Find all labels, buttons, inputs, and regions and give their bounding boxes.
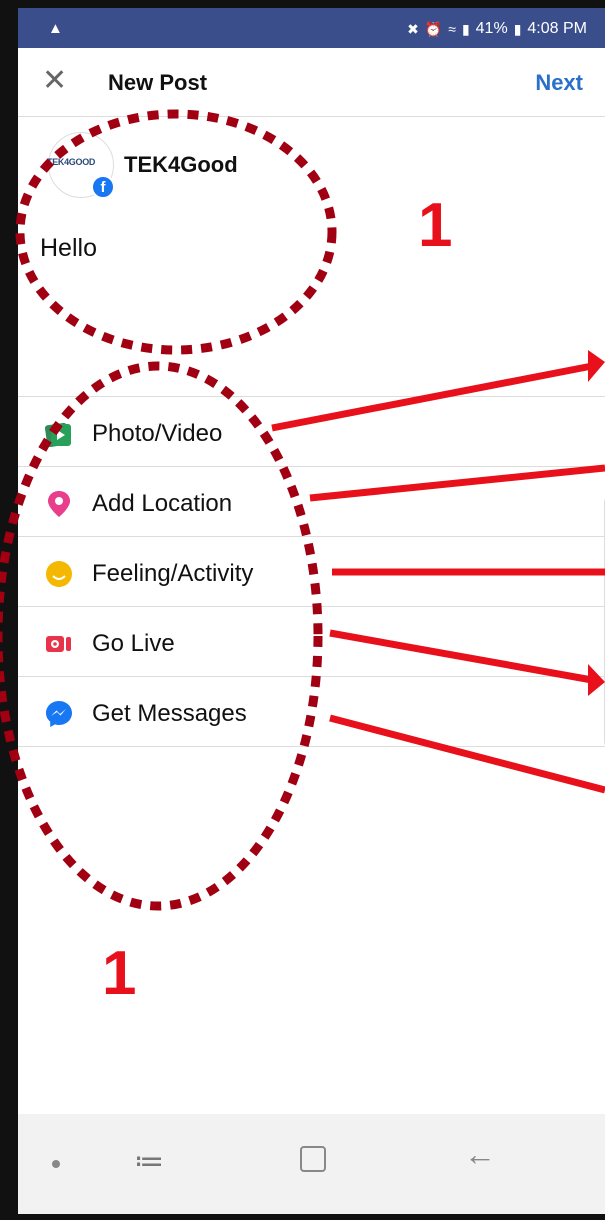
post-header: ✕ New Post Next bbox=[18, 48, 605, 117]
smiley-icon bbox=[46, 561, 72, 587]
avatar-logo: TEK4GOOD bbox=[47, 157, 96, 167]
device-frame-left bbox=[0, 0, 18, 1220]
wifi-icon: ≈ bbox=[448, 21, 456, 37]
notification-icon: ▲ bbox=[48, 20, 63, 37]
next-button[interactable]: Next bbox=[535, 70, 583, 96]
close-icon[interactable]: ✕ bbox=[42, 66, 67, 96]
location-pin-icon bbox=[48, 491, 70, 517]
photo-video-icon bbox=[44, 422, 71, 448]
annotation-label-bottom: 1 bbox=[102, 939, 137, 1008]
option-label: Feeling/Activity bbox=[92, 560, 254, 587]
device-frame-bottom bbox=[0, 1214, 605, 1220]
nav-dot-icon bbox=[52, 1160, 60, 1168]
mute-icon: ✖ bbox=[407, 20, 419, 37]
annotation-label-top: 1 bbox=[418, 191, 453, 260]
recent-apps-icon[interactable]: ≔ bbox=[134, 1144, 164, 1179]
option-label: Photo/Video bbox=[92, 420, 223, 447]
home-icon[interactable] bbox=[300, 1146, 326, 1172]
device-frame-top bbox=[0, 0, 605, 8]
back-icon[interactable]: ← bbox=[464, 1136, 496, 1173]
page-title: New Post bbox=[108, 70, 208, 95]
option-label: Add Location bbox=[92, 490, 233, 517]
feeling-activity-option[interactable]: Feeling/Activity bbox=[18, 536, 605, 606]
option-label: Go Live bbox=[92, 630, 175, 657]
messenger-icon bbox=[46, 701, 72, 727]
status-bar: ▲ ✖ ⏰ ≈ ▮ 41% ▮ 4:08 PM bbox=[18, 8, 605, 48]
get-messages-option[interactable]: Get Messages bbox=[18, 676, 605, 747]
clock: 4:08 PM bbox=[527, 20, 587, 37]
add-location-option[interactable]: Add Location bbox=[18, 466, 605, 536]
username: TEK4Good bbox=[124, 152, 238, 177]
post-text-input[interactable]: Hello bbox=[40, 234, 97, 263]
status-indicators: ✖ ⏰ ≈ ▮ 41% ▮ 4:08 PM bbox=[407, 20, 587, 38]
live-video-icon bbox=[46, 636, 71, 652]
go-live-option[interactable]: Go Live bbox=[18, 606, 605, 676]
battery-icon: ▮ bbox=[513, 20, 522, 37]
photo-video-option[interactable]: Photo/Video bbox=[18, 396, 605, 466]
alarm-icon: ⏰ bbox=[424, 20, 443, 37]
android-nav-bar: ≔ ← bbox=[18, 1114, 605, 1214]
signal-icon: ▮ bbox=[461, 20, 470, 37]
facebook-icon: f bbox=[91, 175, 115, 199]
battery-percent: 41% bbox=[475, 20, 508, 37]
phone-screen: ▲ ✖ ⏰ ≈ ▮ 41% ▮ 4:08 PM ✕ New Post Next … bbox=[18, 8, 605, 1214]
option-label: Get Messages bbox=[92, 700, 247, 727]
post-options-menu: Photo/Video Add Location Feeling/Activit… bbox=[18, 396, 605, 747]
avatar[interactable]: TEK4GOOD f bbox=[47, 132, 115, 199]
